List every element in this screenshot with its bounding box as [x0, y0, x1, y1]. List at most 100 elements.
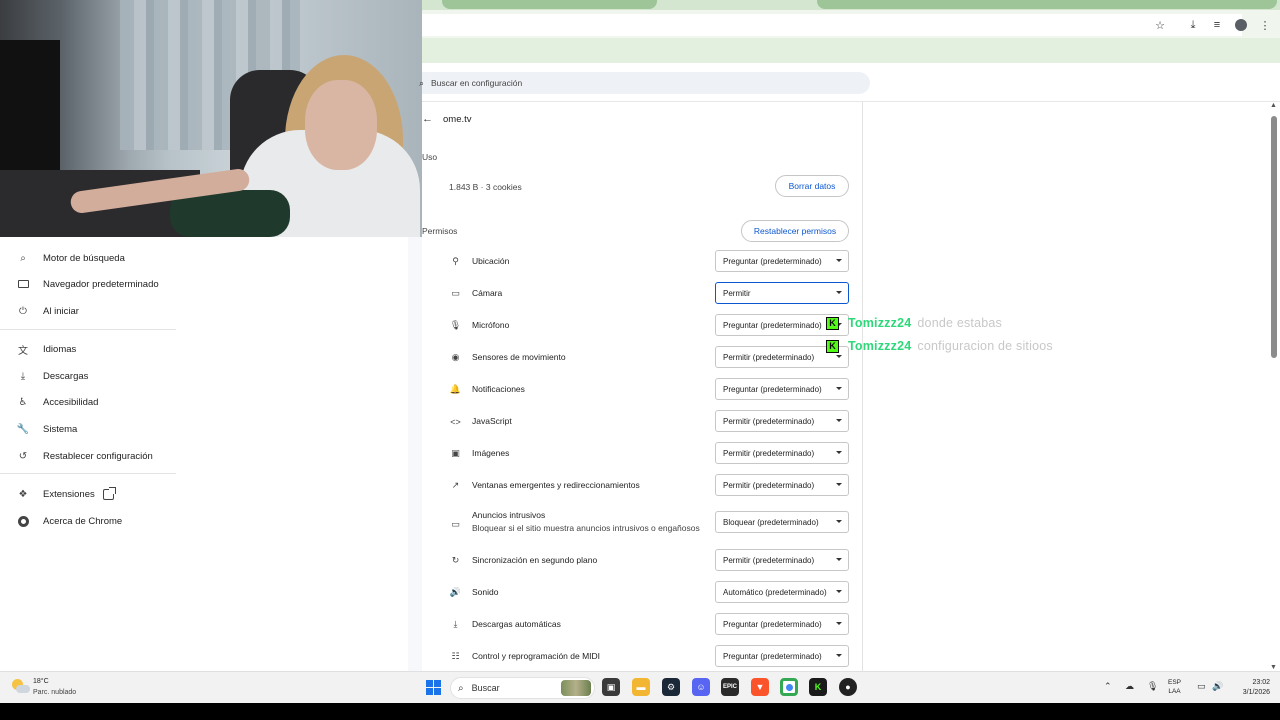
media-queue-icon[interactable]: ≡ [1210, 18, 1224, 32]
code-icon: <> [450, 416, 461, 427]
taskbar-search[interactable]: ⌕ Buscar [450, 677, 595, 699]
sync-icon: ↻ [451, 555, 460, 565]
brave-icon[interactable]: ▼ [751, 678, 769, 696]
sidebar-item-system[interactable]: 🔧 Sistema [0, 416, 408, 442]
permission-select-midi[interactable]: Preguntar (predeterminado) [715, 645, 849, 667]
permission-label: Control y reprogramación de MIDI [472, 651, 601, 661]
windows-start-icon[interactable] [426, 680, 441, 695]
steam-icon[interactable]: ⚙ [662, 678, 680, 696]
download-icon: ⤓ [453, 619, 458, 629]
translate-icon: 文 [18, 345, 28, 357]
page-scrollbar[interactable]: ▲ ▼ [1268, 102, 1280, 671]
browser-icon [16, 277, 30, 291]
sidebar-item-extensions[interactable]: ❖ Extensiones [0, 481, 408, 507]
chat-username: Tomizzz24 [848, 316, 912, 330]
settings-search-input[interactable]: ⌕ Buscar en configuración [419, 72, 870, 94]
task-view-icon[interactable]: ▣ [602, 678, 620, 696]
address-bar[interactable] [422, 14, 1242, 36]
usage-value: 1.843 B · 3 cookies [449, 182, 522, 192]
sensors-icon: ◉ [451, 352, 460, 362]
permission-select-intrusive-ads[interactable]: Bloquear (predeterminado) [715, 511, 849, 533]
sidebar-item-default-browser[interactable]: Navegador predeterminado [0, 271, 408, 297]
network-icon[interactable]: ☁ [1125, 681, 1134, 692]
bookmark-bar [422, 38, 1280, 63]
discord-icon[interactable]: ☺ [692, 678, 710, 696]
settings-header: ⌕ Buscar en configuración [419, 63, 1280, 102]
scroll-down-arrow-icon[interactable]: ▼ [1270, 664, 1277, 671]
file-explorer-icon[interactable]: ▬ [632, 678, 650, 696]
permission-row-sound: 🔊 Sonido Automático (predeterminado) [422, 581, 863, 603]
permission-row-background-sync: ↻ Sincronización en segundo plano Permit… [422, 549, 863, 571]
chat-message: K Tomizzz24 donde estabas [826, 315, 1002, 331]
sidebar-item-search-engine[interactable]: ⌕ Motor de búsqueda [0, 245, 408, 271]
profile-avatar[interactable] [1234, 18, 1248, 32]
permission-select-images[interactable]: Permitir (predeterminado) [715, 442, 849, 464]
popup-icon: ↗ [451, 480, 460, 490]
permission-select-notifications[interactable]: Preguntar (predeterminado) [715, 378, 849, 400]
sidebar-item-accessibility[interactable]: ♿ Accesibilidad [0, 389, 408, 415]
permission-label: Imágenes [472, 448, 510, 458]
search-icon: ⌕ [419, 77, 425, 88]
search-icon: ⌕ [458, 682, 464, 694]
sidebar-item-label: Restablecer configuración [43, 450, 153, 462]
reset-permissions-button[interactable]: Restablecer permisos [741, 220, 849, 242]
permission-select-automatic-downloads[interactable]: Preguntar (predeterminado) [715, 613, 849, 635]
webcam-overlay [0, 0, 422, 237]
puzzle-icon: ❖ [18, 488, 28, 500]
download-icon: ⤓ [20, 370, 26, 382]
kick-badge-icon: K [826, 339, 839, 353]
chrome-icon[interactable] [780, 678, 798, 696]
obs-icon[interactable]: ● [839, 678, 857, 696]
weather-icon[interactable] [12, 679, 30, 695]
permission-select-javascript[interactable]: Permitir (predeterminado) [715, 410, 849, 432]
sidebar-item-label: Acerca de Chrome [43, 515, 123, 527]
settings-sidebar: ⌕ Motor de búsqueda Navegador predetermi… [0, 237, 408, 671]
permission-label: Sonido [472, 587, 499, 597]
bookmark-star-icon[interactable]: ☆ [1153, 18, 1167, 32]
browser-toolbar: ☆ ⤓ ≡ ⋮ [422, 10, 1280, 38]
epic-games-icon[interactable]: EPIC [721, 678, 739, 696]
sidebar-item-reset-settings[interactable]: ↺ Restablecer configuración [0, 443, 408, 469]
permission-row-microphone: 🎙 Micrófono Preguntar (predeterminado) [422, 314, 863, 336]
sidebar-item-about-chrome[interactable]: Acerca de Chrome [0, 508, 408, 534]
permission-label: Descargas automáticas [472, 619, 561, 629]
permission-row-location: ⚲ Ubicación Preguntar (predeterminado) [422, 250, 863, 272]
tab-inactive[interactable] [817, 0, 1277, 9]
taskbar-search-label: Buscar [471, 683, 500, 693]
menu-kebab-icon[interactable]: ⋮ [1258, 18, 1272, 32]
display-icon[interactable]: ▭ [1197, 681, 1206, 692]
permission-select-background-sync[interactable]: Permitir (predeterminado) [715, 549, 849, 571]
language-indicator[interactable]: ESP LAA [1168, 678, 1181, 696]
permission-label: Micrófono [472, 320, 510, 330]
download-icon[interactable]: ⤓ [1186, 18, 1200, 32]
chat-text: donde estabas [917, 316, 1003, 330]
permission-select-popups[interactable]: Permitir (predeterminado) [715, 474, 849, 496]
back-arrow-icon[interactable]: ← [422, 113, 433, 125]
weather-temperature[interactable]: 18°C [33, 678, 49, 685]
scrollbar-thumb[interactable] [1271, 116, 1277, 358]
scroll-up-arrow-icon[interactable]: ▲ [1270, 102, 1277, 109]
volume-icon[interactable]: 🔊 [1212, 681, 1223, 692]
microphone-icon[interactable]: 🎙 [1147, 681, 1158, 692]
permission-row-automatic-downloads: ⤓ Descargas automáticas Preguntar (prede… [422, 613, 863, 635]
permission-row-notifications: 🔔 Notificaciones Preguntar (predetermina… [422, 378, 863, 400]
sidebar-item-on-startup[interactable]: ⏻ Al iniciar [0, 298, 408, 324]
sidebar-item-label: Al iniciar [43, 305, 79, 317]
permission-label: Ubicación [472, 256, 510, 266]
site-settings-card: ← ome.tv Uso 1.843 B · 3 cookies Borrar … [422, 102, 863, 671]
permission-select-location[interactable]: Preguntar (predeterminado) [715, 250, 849, 272]
ads-icon: ▭ [451, 519, 460, 529]
clear-data-button[interactable]: Borrar datos [775, 175, 849, 197]
permission-select-sound[interactable]: Automático (predeterminado) [715, 581, 849, 603]
windows-taskbar: 18°C Parc. nublado ⌕ Buscar ▣ ▬ ⚙ ☺ EPIC… [0, 671, 1280, 703]
tab-inactive[interactable] [442, 0, 657, 9]
weather-description[interactable]: Parc. nublado [33, 689, 76, 696]
usage-heading: Uso [422, 152, 438, 162]
clock[interactable]: 23:02 3/1/2026 [1228, 678, 1270, 698]
chrome-icon [16, 514, 30, 528]
permission-select-camera[interactable]: Permitir [715, 282, 849, 304]
sidebar-item-downloads[interactable]: ⤓ Descargas [0, 363, 408, 389]
kick-app-icon[interactable]: K [809, 678, 827, 696]
sidebar-item-languages[interactable]: 文 Idiomas [0, 336, 408, 362]
show-hidden-icons-chevron-icon[interactable]: ⌃ [1104, 681, 1112, 692]
